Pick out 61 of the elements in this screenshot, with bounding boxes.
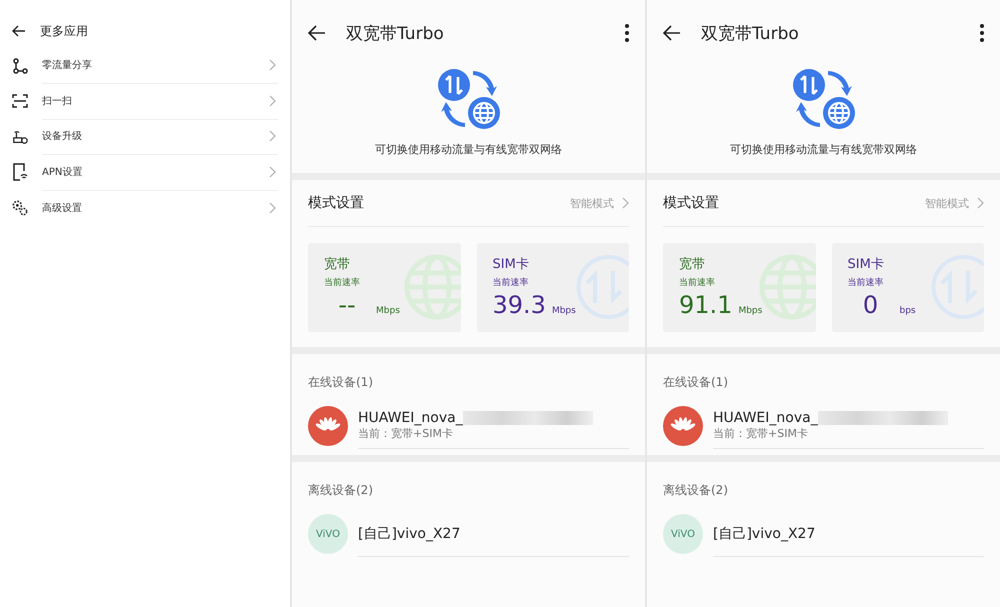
page-title: 双宽带Turbo: [346, 22, 444, 44]
flower-logo-icon: [308, 406, 348, 446]
speed-unit: bps: [898, 306, 916, 316]
section-heading: 在线设备(1): [308, 374, 374, 391]
brand-avatar: ViVO: [308, 514, 348, 554]
chevron-icon: [269, 59, 276, 72]
section-title: 模式设置: [308, 194, 364, 212]
device-status: 当前：宽带+SIM卡: [358, 426, 454, 441]
section-heading: 离线设备(2): [663, 482, 729, 499]
gears-icon: [12, 198, 28, 217]
more-menu-icon[interactable]: [625, 24, 629, 42]
phone-icon: [12, 163, 28, 182]
chevron-icon: [269, 166, 276, 178]
speed-unit: Mbps: [375, 306, 400, 316]
share-icon: [12, 58, 28, 74]
speed-value: 0: [862, 291, 880, 319]
back-arrow-icon[interactable]: [663, 25, 681, 41]
section-title: 模式设置: [663, 194, 719, 212]
chevron-icon: [269, 202, 276, 214]
network-switch-icon: [792, 68, 856, 130]
menu-item[interactable]: 扫一扫: [42, 94, 72, 108]
back-arrow-icon[interactable]: [308, 25, 326, 41]
menu-item[interactable]: 设备升级: [42, 129, 82, 144]
menu-item[interactable]: APN设置: [42, 164, 82, 179]
device-name[interactable]: HUAWEI_nova_: [358, 410, 463, 426]
page-title: 双宽带Turbo: [701, 22, 799, 44]
router-icon: [12, 128, 28, 145]
description: 可切换使用移动流量与有线宽带双网络: [375, 142, 562, 157]
section-heading: 在线设备(1): [663, 374, 729, 391]
speed-value: 39.3: [492, 291, 546, 319]
back-arrow-icon[interactable]: [12, 25, 26, 37]
chevron-icon: [622, 197, 629, 209]
rate-label: 当前速率: [324, 276, 361, 289]
speed-value: 91.1: [679, 291, 732, 319]
device-name[interactable]: [自己]vivo_X27: [358, 524, 629, 542]
description: 可切换使用移动流量与有线宽带双网络: [730, 142, 917, 157]
device-name[interactable]: HUAWEI_nova_: [713, 410, 818, 426]
chevron-icon: [269, 94, 276, 107]
card-title: 宽带: [679, 256, 706, 273]
more-menu-icon[interactable]: [980, 24, 984, 42]
chevron-icon: [269, 130, 276, 142]
scan-icon: [12, 94, 28, 108]
card-title: SIM卡: [492, 256, 530, 273]
flower-logo-icon: [663, 406, 703, 446]
speed-unit: Mbps: [550, 306, 576, 316]
device-status: 当前：宽带+SIM卡: [713, 426, 809, 441]
brand-avatar: ViVO: [663, 514, 703, 554]
device-name[interactable]: [自己]vivo_X27: [713, 524, 984, 542]
chevron-icon: [977, 197, 984, 209]
speed-value: --: [337, 291, 357, 319]
card-title: 宽带: [324, 256, 351, 273]
section-heading: 离线设备(2): [308, 482, 374, 499]
page-title: 更多应用: [40, 22, 88, 40]
rate-label: 当前速率: [848, 276, 884, 289]
menu-item[interactable]: 零流量分享: [42, 58, 92, 72]
rate-label: 当前速率: [679, 276, 716, 289]
menu-item[interactable]: 高级设置: [42, 200, 82, 215]
speed-unit: Mbps: [737, 306, 762, 316]
card-title: SIM卡: [848, 256, 885, 273]
rate-label: 当前速率: [492, 276, 530, 289]
network-switch-icon: [436, 68, 500, 130]
